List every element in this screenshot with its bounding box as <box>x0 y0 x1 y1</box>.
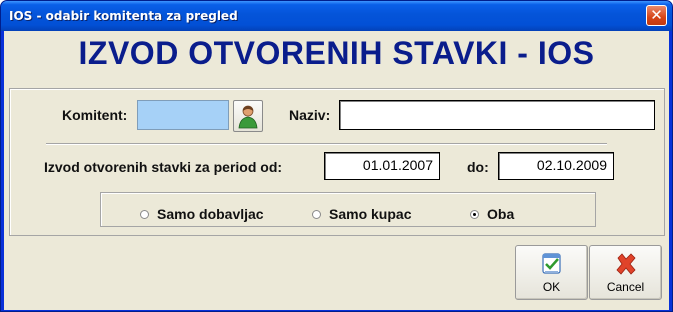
period-label: Izvod otvorenih stavki za period od: <box>44 159 283 175</box>
naziv-label: Naziv: <box>289 107 331 123</box>
close-button[interactable]: ✕ <box>646 5 667 26</box>
komitent-label: Komitent: <box>62 107 128 123</box>
radio-button[interactable] <box>140 209 149 219</box>
radio-samo-kupac[interactable]: Samo kupac <box>312 206 411 222</box>
ok-button[interactable]: OK <box>515 245 588 300</box>
radio-label: Samo kupac <box>329 206 412 222</box>
close-icon: ✕ <box>650 6 663 24</box>
cancel-button[interactable]: Cancel <box>589 245 662 300</box>
window-title: IOS - odabir komitenta za pregled <box>9 9 238 23</box>
dialog-window: IOS - odabir komitenta za pregled ✕ IZVO… <box>0 0 673 312</box>
date-to-input[interactable]: 02.10.2009 <box>498 152 614 180</box>
komitent-input[interactable] <box>137 100 229 130</box>
divider <box>46 143 607 145</box>
x-icon <box>616 253 636 275</box>
radio-label: Samo dobavljac <box>157 206 264 222</box>
page-title: IZVOD OTVORENIH STAVKI - IOS <box>78 35 595 71</box>
radio-oba[interactable]: Oba <box>470 206 514 222</box>
dialog-body: IZVOD OTVORENIH STAVKI - IOS Komitent: N… <box>4 31 669 310</box>
title-bar[interactable]: IOS - odabir komitenta za pregled ✕ <box>1 1 672 31</box>
person-icon <box>238 105 258 129</box>
ok-label: OK <box>542 280 561 294</box>
naziv-input[interactable] <box>339 100 655 130</box>
date-from-input[interactable]: 01.01.2007 <box>324 152 440 180</box>
check-icon <box>542 253 561 274</box>
radio-label: Oba <box>487 206 515 222</box>
komitent-lookup-button[interactable] <box>233 100 263 132</box>
date-to-label: do: <box>467 159 489 175</box>
radio-button[interactable] <box>312 209 321 219</box>
radio-samo-dobavljac[interactable]: Samo dobavljac <box>140 206 264 222</box>
radio-button-selected[interactable] <box>470 209 479 219</box>
cancel-label: Cancel <box>606 280 645 294</box>
